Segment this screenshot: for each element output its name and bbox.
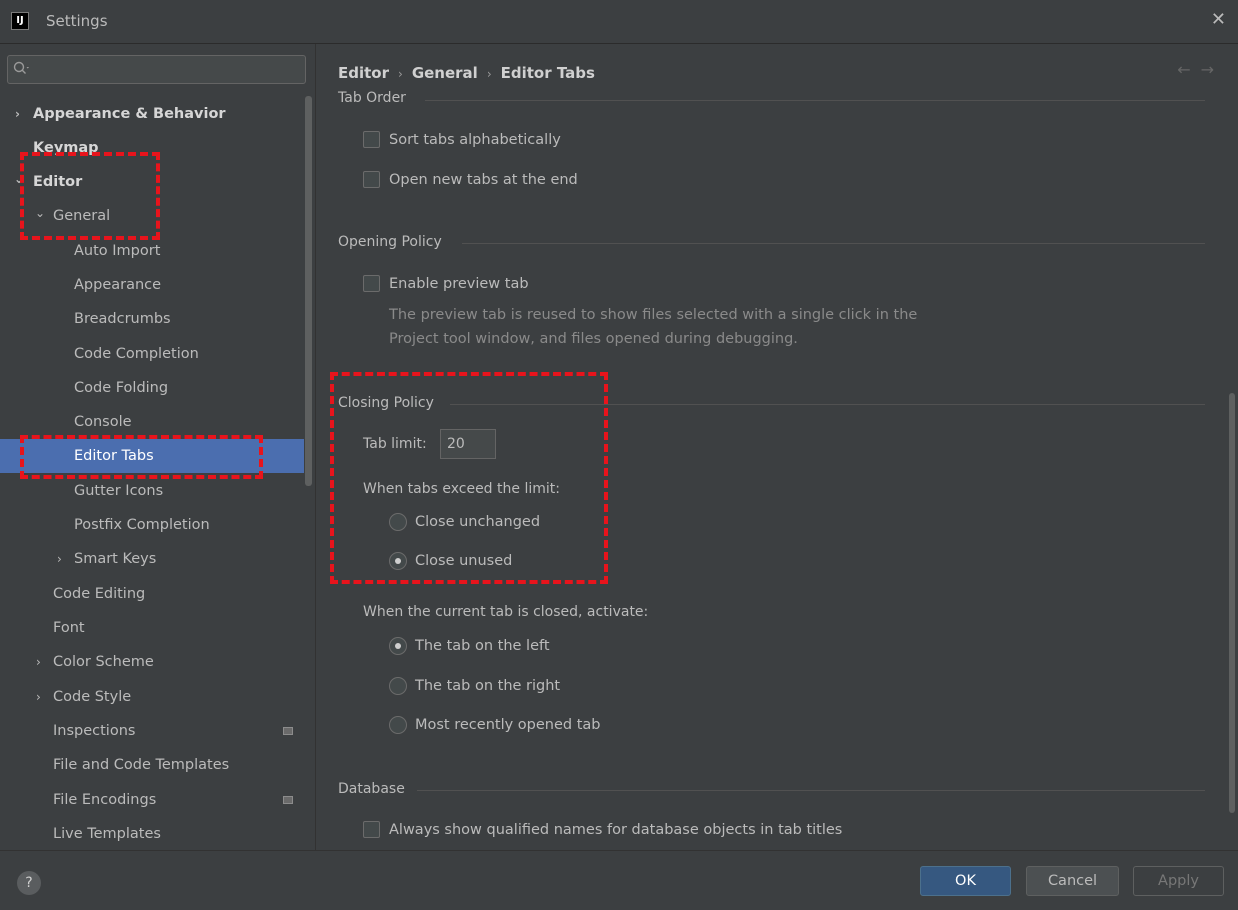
section-closing-policy: Closing Policy [338, 395, 434, 411]
sidebar-item-console[interactable]: Console [0, 405, 304, 439]
chevron-right-icon[interactable]: › [36, 645, 41, 679]
close-icon[interactable]: ✕ [1211, 9, 1226, 30]
breadcrumb-editor-tabs: Editor Tabs [500, 64, 595, 82]
sidebar-item-live-templates[interactable]: Live Templates [0, 817, 304, 850]
sidebar-item-editor-tabs[interactable]: Editor Tabs [0, 439, 304, 473]
sidebar-item-appearance-behavior[interactable]: › Appearance & Behavior [0, 97, 304, 131]
exceed-limit-label: When tabs exceed the limit: [363, 481, 560, 497]
qualified-names-checkbox[interactable] [363, 821, 380, 838]
sidebar-item-color-scheme[interactable]: › Color Scheme [0, 645, 304, 679]
sidebar-item-general[interactable]: ⌄ General [0, 199, 304, 233]
help-icon[interactable]: ? [17, 871, 41, 895]
section-divider [417, 790, 1205, 791]
breadcrumb-general[interactable]: General [412, 64, 478, 82]
chevron-down-icon[interactable]: ⌄ [14, 162, 24, 196]
section-divider [462, 243, 1205, 244]
breadcrumb: Editor › General › Editor Tabs [338, 64, 595, 82]
sidebar-item-font[interactable]: Font [0, 611, 304, 645]
tab-limit-input[interactable] [440, 429, 496, 459]
section-tab-order: Tab Order [338, 90, 406, 106]
section-opening-policy: Opening Policy [338, 234, 442, 250]
sidebar-item-appearance[interactable]: Appearance [0, 268, 304, 302]
close-unused-radio[interactable] [389, 552, 407, 570]
sidebar-item-editor[interactable]: ⌄ Editor [0, 165, 304, 199]
sidebar-item-code-style[interactable]: › Code Style [0, 680, 304, 714]
content-scrollbar[interactable] [1229, 393, 1235, 813]
sidebar-item-gutter-icons[interactable]: Gutter Icons [0, 474, 304, 508]
section-divider [425, 100, 1205, 101]
tab-right-radio[interactable] [389, 677, 407, 695]
open-at-end-checkbox[interactable] [363, 171, 380, 188]
chevron-right-icon[interactable]: › [15, 97, 20, 131]
chevron-down-icon[interactable]: ⌄ [35, 196, 45, 230]
search-box[interactable] [7, 55, 306, 84]
enable-preview-checkbox[interactable] [363, 275, 380, 292]
dialog-footer: ? OK Cancel Apply [0, 850, 1238, 910]
sidebar-item-inspections[interactable]: Inspections [0, 714, 304, 748]
sidebar-scrollbar[interactable] [305, 96, 312, 486]
ok-button[interactable]: OK [920, 866, 1011, 896]
section-divider [450, 404, 1205, 405]
chevron-right-icon[interactable]: › [57, 542, 62, 576]
cancel-button[interactable]: Cancel [1026, 866, 1119, 896]
preview-help-text: The preview tab is reused to show files … [389, 307, 918, 323]
sidebar-item-code-completion[interactable]: Code Completion [0, 337, 304, 371]
activate-label: When the current tab is closed, activate… [363, 604, 649, 620]
sidebar-item-keymap[interactable]: Keymap [0, 131, 304, 165]
back-forward-arrows[interactable]: ←→ [1177, 60, 1224, 79]
settings-sidebar: › Appearance & Behavior Keymap ⌄ Editor … [0, 44, 316, 850]
window-title: Settings [46, 12, 108, 30]
close-unchanged-radio[interactable] [389, 513, 407, 531]
breadcrumb-separator: › [486, 67, 492, 81]
section-database: Database [338, 781, 405, 797]
sidebar-item-breadcrumbs[interactable]: Breadcrumbs [0, 302, 304, 336]
search-icon [12, 60, 32, 78]
sidebar-item-file-code-templates[interactable]: File and Code Templates [0, 748, 304, 782]
intellij-logo-icon: IJ [11, 12, 29, 30]
sidebar-item-file-encodings[interactable]: File Encodings [0, 783, 304, 817]
sidebar-item-postfix-completion[interactable]: Postfix Completion [0, 508, 304, 542]
sidebar-item-auto-import[interactable]: Auto Import [0, 234, 304, 268]
sort-tabs-checkbox[interactable] [363, 131, 380, 148]
settings-content: Editor › General › Editor Tabs ←→ Tab Order … [317, 44, 1238, 850]
tab-limit-label: Tab limit: [363, 436, 427, 452]
chevron-right-icon[interactable]: › [36, 680, 41, 714]
project-level-icon [283, 727, 293, 735]
sidebar-item-code-editing[interactable]: Code Editing [0, 577, 304, 611]
tab-left-radio[interactable] [389, 637, 407, 655]
project-level-icon [283, 796, 293, 804]
search-input[interactable] [36, 58, 296, 81]
title-bar: IJ Settings ✕ [0, 0, 1238, 44]
sidebar-item-smart-keys[interactable]: › Smart Keys [0, 542, 304, 576]
sidebar-item-code-folding[interactable]: Code Folding [0, 371, 304, 405]
breadcrumb-separator: › [398, 67, 403, 81]
breadcrumb-editor[interactable]: Editor [338, 64, 389, 82]
apply-button[interactable]: Apply [1133, 866, 1224, 896]
preview-help-text: Project tool window, and files opened du… [389, 331, 798, 347]
most-recent-radio[interactable] [389, 716, 407, 734]
